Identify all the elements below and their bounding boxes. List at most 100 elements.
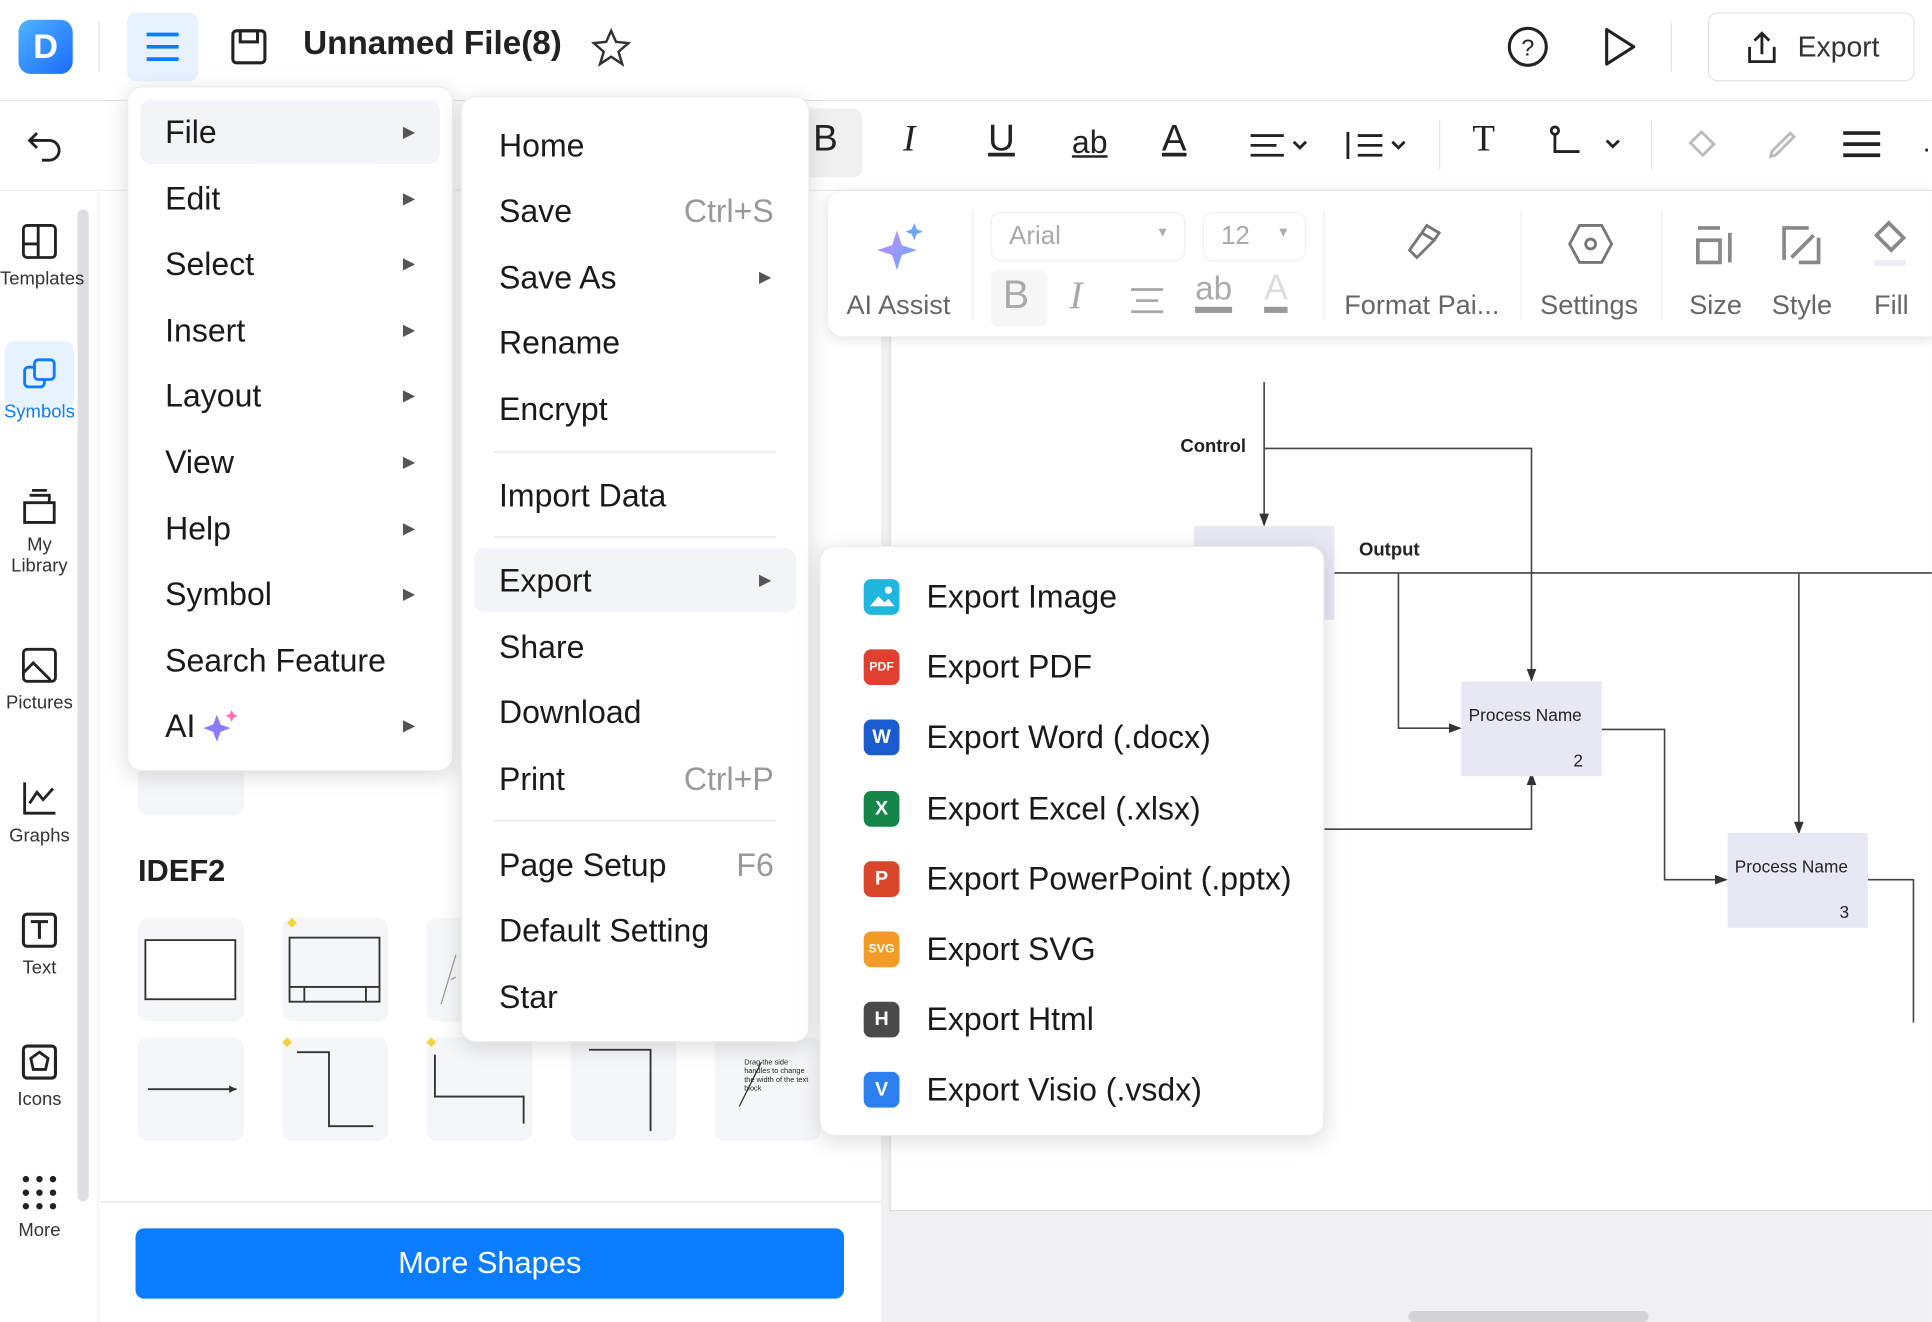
process-name: Process Name [1734,856,1848,877]
export-item[interactable]: SVG Export SVG [821,914,1324,984]
menu-item-default-setting[interactable]: Default Setting [474,898,796,962]
menu-item-save[interactable]: Save Ctrl+S [474,179,796,243]
label: AI [165,707,196,745]
control-label: Control [1180,436,1247,458]
menu-item-rename[interactable]: Rename [474,310,796,374]
divider [494,450,777,454]
submenu-arrow-icon: ▶ [758,267,772,286]
shortcut: Ctrl+P [683,760,774,798]
menu-item-download[interactable]: Download [474,680,796,744]
format-painter-button[interactable]: Format Pai... [1344,290,1499,322]
label: Export Excel (.xlsx) [926,789,1201,827]
label: Export SVG [926,930,1096,968]
menu-item-search-feature[interactable]: Search Feature [140,628,439,692]
export-item[interactable]: Export Image [821,562,1324,632]
menu-item-print[interactable]: Print Ctrl+P [474,747,796,811]
menu-item-share[interactable]: Share [474,615,796,679]
label: Export Word (.docx) [926,718,1211,756]
label: Export Image [926,577,1118,615]
label: Encrypt [499,390,608,428]
style-button[interactable]: Style [1772,290,1832,322]
h-file-icon: H [863,1001,900,1038]
settings-button[interactable]: Settings [1540,290,1638,322]
menu-item-import-data[interactable]: Import Data [474,463,796,527]
format-strike-button[interactable]: ab [1195,270,1233,313]
export-submenu: Export Image PDF Export PDF W Export Word (.… [819,545,1325,1136]
size-button[interactable]: Size [1689,290,1742,322]
shortcut: F6 [736,846,774,884]
submenu-arrow-icon: ▶ [402,584,416,603]
menu-item-star[interactable]: Star [474,965,796,1029]
menu-item-export[interactable]: Export ▶ [474,548,796,613]
fill-button[interactable]: Fill [1874,290,1909,322]
export-item[interactable]: H Export Html [821,985,1324,1055]
label: Insert [165,311,246,349]
font-value: Arial [1009,221,1061,251]
p-file-icon: P [863,860,900,897]
style-icon [1782,226,1821,265]
label: Export PDF [926,648,1093,686]
export-item[interactable]: P Export PowerPoint (.pptx) [821,844,1324,914]
export-item[interactable]: W Export Word (.docx) [821,703,1324,773]
menu-item-insert[interactable]: Insert ▶ [140,298,439,362]
export-item[interactable]: V Export Visio (.vsdx) [821,1055,1324,1125]
menu-item-encrypt[interactable]: Encrypt [474,377,796,441]
size-icon [1695,226,1732,265]
menu-item-page-setup[interactable]: Page Setup F6 [474,833,796,897]
v-file-icon: V [863,1072,900,1109]
process-box-3[interactable]: Process Name 3 [1727,832,1868,928]
submenu-arrow-icon: ▶ [402,386,416,405]
export-item[interactable]: PDF Export PDF [821,632,1324,702]
label: Export Html [926,1000,1094,1038]
menu-item-file[interactable]: File ▶ [140,99,440,164]
submenu-arrow-icon: ▶ [402,716,416,735]
divider [972,209,974,321]
font-family-select[interactable]: Arial ▼ [990,211,1186,262]
format-bold-button[interactable]: B [1003,272,1029,318]
submenu-arrow-icon: ▶ [402,121,416,141]
font-size-select[interactable]: 12 ▼ [1202,211,1307,262]
export-item[interactable]: X Export Excel (.xlsx) [821,773,1324,843]
format-toolbar: AI Assist Arial ▼ 12 ▼ B I ab A Format Pai… [827,190,1932,337]
label: Layout [165,377,262,415]
label: Print [499,760,565,798]
divider [1520,209,1522,321]
ai-sparkle-icon [203,710,238,743]
menu-item-ai[interactable]: AI ▶ [140,694,439,758]
settings-hex-icon [1568,224,1614,264]
menu-item-edit[interactable]: Edit ▶ [140,166,439,230]
menu-item-save-as[interactable]: Save As ▶ [474,245,796,309]
label: Save [499,192,573,230]
divider [494,819,777,822]
svg-file-icon: SVG [863,931,900,968]
divider [1323,209,1325,321]
format-align-icon[interactable] [1129,282,1166,319]
process-number: 2 [1573,750,1583,771]
label: Export PowerPoint (.pptx) [926,859,1292,897]
label: Help [165,509,231,547]
menu-item-home[interactable]: Home [474,113,796,177]
ai-assist-button[interactable]: AI Assist [846,290,950,322]
menu-item-layout[interactable]: Layout ▶ [140,364,439,428]
menu-item-select[interactable]: Select ▶ [140,232,439,296]
label: Page Setup [499,846,667,884]
label: Home [499,126,585,164]
menu-item-symbol[interactable]: Symbol ▶ [140,562,439,626]
pdf-file-icon: PDF [863,649,900,686]
format-italic-button[interactable]: I [1069,272,1082,318]
shortcut: Ctrl+S [683,192,774,230]
label: Select [165,245,255,283]
menu-item-view[interactable]: View ▶ [140,430,439,494]
label: Share [499,628,585,666]
w-file-icon: W [863,720,900,756]
label: Export [499,561,592,599]
main-menu: File ▶ Edit ▶ Select ▶ Insert ▶ Layout ▶ View ▶ Help… [126,86,454,772]
submenu-arrow-icon: ▶ [402,254,416,273]
menu-item-help[interactable]: Help ▶ [140,496,439,560]
divider [494,535,777,539]
ai-sparkle-icon [877,223,923,270]
format-color-button[interactable]: A [1264,270,1288,313]
size-value: 12 [1221,221,1250,251]
process-box-2[interactable]: Process Name 2 [1461,681,1602,777]
x-file-icon: X [863,790,900,827]
